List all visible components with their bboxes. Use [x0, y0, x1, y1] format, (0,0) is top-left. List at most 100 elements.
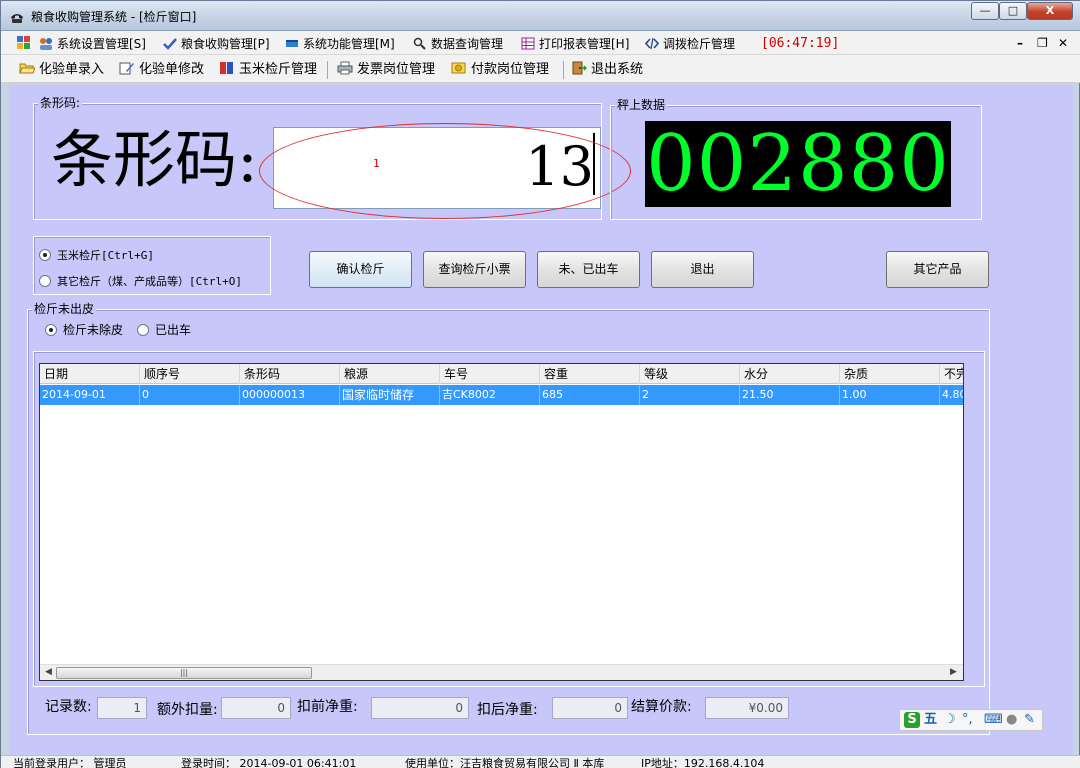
mode-corn-radio[interactable]: 玉米检斤[Ctrl+G]	[39, 248, 154, 264]
settlement-field: ¥0.00	[705, 697, 789, 719]
mdi-close-button[interactable]: ✕	[1058, 35, 1068, 51]
radio-unselected-icon	[137, 324, 149, 336]
column-header-imperfect[interactable]: 不完	[940, 364, 963, 384]
radio-selected-icon	[39, 249, 51, 261]
moon-icon[interactable]: ☽	[944, 712, 956, 728]
filter-pending-label: 检斤未除皮	[63, 323, 124, 337]
toolbar-corn-weighing-label: 玉米检斤管理	[239, 62, 318, 77]
column-header-impurity[interactable]: 杂质	[840, 364, 940, 384]
status-user: 当前登录用户： 管理员	[13, 757, 127, 768]
menu-transfer-weighing-label: 调拨检斤管理	[663, 37, 736, 51]
cell-date: 2014-09-01	[40, 385, 140, 405]
toolbar-payment-label: 付款岗位管理	[471, 62, 550, 77]
user-icon[interactable]: ●	[1006, 712, 1017, 728]
window-minimize-button[interactable]: —	[971, 2, 999, 20]
transfer-icon	[645, 37, 659, 50]
toolbar-exit-button[interactable]: 退出系统	[571, 60, 643, 80]
toolbar-separator	[563, 61, 564, 79]
cell-impurity: 1.00	[840, 385, 940, 405]
title-bar: 粮食收购管理系统 - [检斤窗口] — □ X	[1, 1, 1080, 31]
menu-system-functions-label: 系统功能管理[M]	[303, 37, 395, 51]
confirm-weighing-button[interactable]: 确认检斤	[309, 251, 412, 288]
column-header-moisture[interactable]: 水分	[740, 364, 840, 384]
cell-source: 国家临时储存	[340, 385, 440, 405]
mode-other-radio[interactable]: 其它检斤（煤、产成品等）[Ctrl+O]	[39, 274, 242, 290]
menu-print-reports[interactable]: 打印报表管理[H]	[521, 35, 629, 53]
toolbar: 化验单录入 化验单修改 玉米检斤管理 发票岗位管理 付款岗位管理 退出系统	[1, 55, 1080, 83]
mdi-system-icon[interactable]	[17, 36, 31, 50]
column-header-source[interactable]: 粮源	[340, 364, 440, 384]
settlement-label: 结算价款:	[631, 699, 692, 715]
extra-deduction-label: 额外扣量:	[157, 702, 218, 718]
radio-selected-icon	[45, 324, 57, 336]
other-products-button[interactable]: 其它产品	[886, 251, 989, 288]
printer-icon	[337, 61, 353, 75]
menu-system-settings[interactable]: 系统设置管理[S]	[39, 35, 146, 53]
ime-toolbar[interactable]: S 五 ☽ °, ⌨ ● ✎	[899, 709, 1043, 731]
keyboard-icon[interactable]: ⌨	[984, 712, 1003, 728]
query-ticket-button[interactable]: 查询检斤小票	[423, 251, 526, 288]
app-window: 粮食收购管理系统 - [检斤窗口] — □ X 系统设置管理[S] 粮食收购管理…	[0, 0, 1080, 768]
toolbar-lab-entry-button[interactable]: 化验单录入	[19, 60, 104, 80]
menu-grain-purchase[interactable]: 粮食收购管理[P]	[163, 35, 270, 53]
wrench-icon[interactable]: ✎	[1024, 712, 1035, 728]
app-telephone-icon	[11, 14, 23, 23]
toolbar-lab-edit-button[interactable]: 化验单修改	[119, 60, 204, 80]
net-after-label: 扣后净重:	[477, 702, 538, 718]
cell-imperfect: 4.80	[940, 385, 963, 405]
barcode-group-title: 条形码:	[38, 96, 83, 110]
mdi-minimize-button[interactable]: –	[1017, 35, 1023, 51]
ime-logo-icon[interactable]: S	[904, 712, 920, 728]
table-row[interactable]: 2014-09-01 0 000000013 国家临时储存 吉CK8002 68…	[40, 385, 963, 405]
window-close-button[interactable]: X	[1027, 2, 1073, 20]
barcode-big-label: 条形码:	[51, 123, 258, 196]
mode-other-label: 其它检斤（煤、产成品等）[Ctrl+O]	[57, 275, 242, 288]
column-header-barcode[interactable]: 条形码	[240, 364, 340, 384]
filter-pending-radio[interactable]: 检斤未除皮	[45, 322, 123, 338]
column-header-date[interactable]: 日期	[40, 364, 140, 384]
column-header-plate[interactable]: 车号	[440, 364, 540, 384]
magnifier-icon	[413, 37, 426, 50]
filter-exited-radio[interactable]: 已出车	[137, 322, 191, 338]
scale-group-title: 秤上数据	[615, 98, 668, 112]
toolbar-lab-edit-label: 化验单修改	[139, 62, 205, 77]
toolbar-invoice-label: 发票岗位管理	[357, 62, 436, 77]
punctuation-icon[interactable]: °,	[962, 712, 973, 728]
menu-transfer-weighing[interactable]: 调拨检斤管理	[645, 35, 735, 53]
edit-icon	[119, 62, 134, 75]
column-header-seq[interactable]: 顺序号	[140, 364, 240, 384]
window-title: 粮食收购管理系统 - [检斤窗口]	[31, 10, 197, 24]
column-header-density[interactable]: 容重	[540, 364, 640, 384]
toolbar-payment-button[interactable]: 付款岗位管理	[451, 60, 549, 80]
menu-data-query[interactable]: 数据查询管理	[413, 35, 503, 53]
status-ip: IP地址：192.168.4.104	[641, 757, 765, 768]
scroll-right-arrow-icon[interactable]: ▶	[950, 667, 957, 677]
menu-bar: 系统设置管理[S] 粮食收购管理[P] 系统功能管理[M] 数据查询管理 打印报…	[1, 31, 1080, 55]
toolbar-invoice-button[interactable]: 发票岗位管理	[337, 60, 435, 80]
horizontal-scrollbar[interactable]: ◀ ||| ▶	[40, 664, 963, 680]
folder-open-icon	[19, 63, 35, 74]
weighing-form: 条形码: 条形码: 13 1 秤上数据 002880 玉米检斤[Ctrl+G] …	[9, 85, 1073, 768]
menu-system-functions[interactable]: 系统功能管理[M]	[285, 35, 395, 53]
scroll-thumb[interactable]: |||	[56, 667, 312, 679]
ime-mode-button[interactable]: 五	[924, 712, 937, 728]
extra-deduction-field[interactable]: 0	[221, 697, 291, 719]
scroll-left-arrow-icon[interactable]: ◀	[45, 667, 52, 677]
record-count-field: 1	[97, 697, 147, 719]
status-company: 使用单位：汪吉粮食贸易有限公司 Ⅱ 本库	[405, 757, 605, 768]
net-before-field: 0	[371, 697, 469, 719]
cell-grade: 2	[640, 385, 740, 405]
cell-moisture: 21.50	[740, 385, 840, 405]
net-after-field: 0	[552, 697, 628, 719]
exit-status-button[interactable]: 未、已出车	[537, 251, 640, 288]
toolbar-exit-label: 退出系统	[591, 62, 644, 77]
table-icon	[521, 37, 535, 50]
pending-table: 日期 顺序号 条形码 粮源 车号 容重 等级 水分 杂质 不完 2014-09-…	[39, 363, 964, 681]
menu-system-settings-label: 系统设置管理[S]	[57, 37, 146, 51]
corn-icon	[220, 62, 233, 74]
column-header-grade[interactable]: 等级	[640, 364, 740, 384]
window-maximize-button[interactable]: □	[999, 2, 1027, 20]
exit-button[interactable]: 退出	[651, 251, 754, 288]
mdi-restore-button[interactable]: ❐	[1037, 35, 1048, 51]
toolbar-corn-weighing-button[interactable]: 玉米检斤管理	[219, 60, 317, 80]
